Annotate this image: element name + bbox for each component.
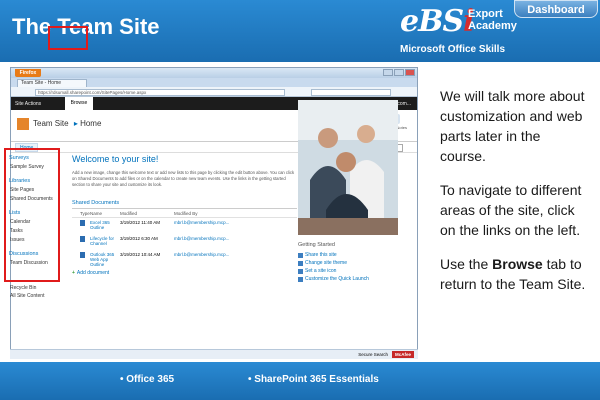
ebsi-logo-mark: eBSi [400, 4, 475, 39]
browse-tab[interactable]: Browse [65, 97, 93, 110]
table-row[interactable]: Excel 365 Outline 3/19/2012 11:40 AM mbr… [72, 218, 297, 234]
quick-launch-item[interactable]: Tasks [9, 227, 53, 236]
secure-search-label[interactable]: Secure Search [358, 352, 388, 357]
quick-launch-heading[interactable]: Discussions [9, 250, 53, 259]
getting-started-label: Change site theme [305, 260, 347, 266]
col-name[interactable]: Name [90, 211, 120, 216]
url-field[interactable]: https://rdsumall.sharepoint.com/SitePage… [35, 89, 285, 96]
site-title: Team Site ▸ Home [33, 119, 102, 128]
address-bar: https://rdsumall.sharepoint.com/SitePage… [11, 87, 417, 97]
window-controls [383, 69, 415, 76]
quick-launch-heading[interactable]: Surveys [9, 154, 53, 163]
getting-started-title: Getting Started [298, 242, 335, 248]
quick-launch-item[interactable]: Calendar [9, 218, 53, 227]
getting-started: Getting Started Share this site Change si… [298, 242, 398, 283]
quick-launch-heading[interactable]: Lists [9, 209, 53, 218]
browse-tab-highlight [48, 26, 88, 50]
note-3-before: Use the [440, 256, 493, 272]
slide-header: The Team Site eBSi Export Academy Micros… [0, 0, 600, 62]
doc-modified: 3/19/2012 11:40 AM [120, 220, 160, 225]
browser-statusbar: Secure Search McAfee [10, 349, 418, 359]
quick-launch-item[interactable]: Site Pages [9, 186, 53, 195]
getting-started-link[interactable]: Customize the Quick Launch [298, 275, 398, 283]
sharepoint-main: Welcome to your site! Add a new image, c… [72, 154, 297, 276]
doc-name[interactable]: Excel 365 Outline [90, 220, 120, 230]
quick-launch-links: Surveys Sample Survey Libraries Site Pages S… [9, 154, 53, 273]
browser-search-box[interactable] [311, 89, 391, 96]
doc-name[interactable]: Outlook 365 Web App Outline [90, 252, 120, 267]
doc-modified-by[interactable]: mbrl.b@membership.mcp... [174, 252, 297, 257]
browser-titlebar: Firefox [11, 68, 417, 78]
getting-started-icon [298, 260, 303, 266]
quick-launch-item[interactable]: Sample Survey [9, 163, 53, 172]
col-modified-by[interactable]: Modified By [174, 211, 297, 216]
word-document-icon [80, 252, 85, 258]
welcome-text: Add a new image, change this welcome tex… [72, 170, 295, 187]
footer-office-365: • Office 365 [120, 374, 175, 385]
minimize-icon[interactable] [383, 69, 393, 76]
doc-modified-by[interactable]: mbrl.b@membership.mcp... [174, 220, 297, 225]
welcome-title: Welcome to your site! [72, 154, 159, 164]
table-row[interactable]: Outlook 365 Web App Outline 3/19/2012 10… [72, 250, 297, 267]
browser-tab[interactable]: Team Site - Home [17, 79, 87, 87]
word-document-icon [80, 220, 85, 226]
documents-table: Type Name Modified Modified By Excel 365… [72, 208, 297, 267]
note-paragraph-1: We will talk more about customization an… [440, 88, 585, 164]
add-document-link[interactable]: + Add document [72, 270, 297, 276]
doc-modified: 3/19/2012 10:44 AM [120, 252, 161, 257]
site-actions-menu[interactable]: Site Actions [15, 101, 41, 107]
all-site-content-link[interactable]: All Site Content [10, 292, 44, 300]
shared-documents-title[interactable]: Shared Documents [72, 200, 297, 206]
col-modified[interactable]: Modified [120, 211, 174, 216]
recycle-bin-link[interactable]: Recycle Bin [10, 284, 44, 292]
site-icon [17, 118, 29, 130]
word-document-icon [80, 236, 85, 242]
logo-export-text: Export [468, 8, 503, 20]
mcafee-badge[interactable]: McAfee [391, 351, 414, 358]
doc-name[interactable]: Lifecycle for Channel [90, 236, 120, 246]
getting-started-label: Share this site [305, 252, 337, 258]
quick-launch-heading[interactable]: Libraries [9, 177, 53, 186]
col-type[interactable]: Type [80, 211, 90, 216]
table-header: Type Name Modified Modified By [72, 209, 297, 218]
quick-launch-item[interactable]: Shared Documents [9, 195, 53, 204]
doc-modified-by[interactable]: mbrl.b@membership.mcp... [174, 236, 297, 241]
maximize-icon[interactable] [394, 69, 404, 76]
getting-started-link[interactable]: Change site theme [298, 259, 398, 267]
quick-launch-item[interactable]: Team Discussion [9, 259, 53, 268]
team-photo [298, 100, 398, 235]
doc-modified: 3/19/2012 6:30 AM [120, 236, 158, 241]
getting-started-label: Customize the Quick Launch [305, 276, 369, 282]
note-paragraph-3: Use the Browse tab to return to the Team… [440, 254, 590, 294]
ebsi-logo: eBSi Export Academy [400, 2, 520, 44]
note-3-bold: Browse [492, 256, 543, 272]
getting-started-icon [298, 276, 303, 282]
browser-tabbar: Team Site - Home [11, 78, 417, 87]
note-paragraph-2: To navigate to different areas of the si… [440, 182, 582, 238]
getting-started-icon [298, 252, 303, 258]
firefox-menu-button[interactable]: Firefox [15, 69, 41, 77]
slide-notes: We will talk more about customization an… [440, 86, 590, 308]
quick-launch-item[interactable]: Issues [9, 236, 53, 245]
getting-started-icon [298, 268, 303, 274]
table-row[interactable]: Lifecycle for Channel 3/19/2012 6:30 AM … [72, 234, 297, 250]
add-document-label: Add document [76, 270, 110, 276]
plus-icon: + [72, 270, 75, 276]
getting-started-link[interactable]: Set a site icon [298, 267, 398, 275]
site-title-page: Home [80, 119, 102, 128]
slide-footer: • Office 365 • SharePoint 365 Essentials [0, 362, 600, 400]
getting-started-link[interactable]: Share this site [298, 251, 398, 259]
close-icon[interactable] [405, 69, 415, 76]
dashboard-button[interactable]: Dashboard [514, 0, 598, 18]
footer-sharepoint-essentials: • SharePoint 365 Essentials [248, 374, 379, 385]
quick-launch: Surveys Sample Survey Libraries Site Pages S… [4, 148, 60, 282]
quick-launch-extra: Recycle Bin All Site Content [10, 284, 44, 300]
skills-label: Microsoft Office Skills [400, 44, 506, 55]
getting-started-label: Set a site icon [305, 268, 337, 274]
site-title-text[interactable]: Team Site [33, 119, 69, 128]
logo-academy-text: Academy [468, 20, 517, 32]
